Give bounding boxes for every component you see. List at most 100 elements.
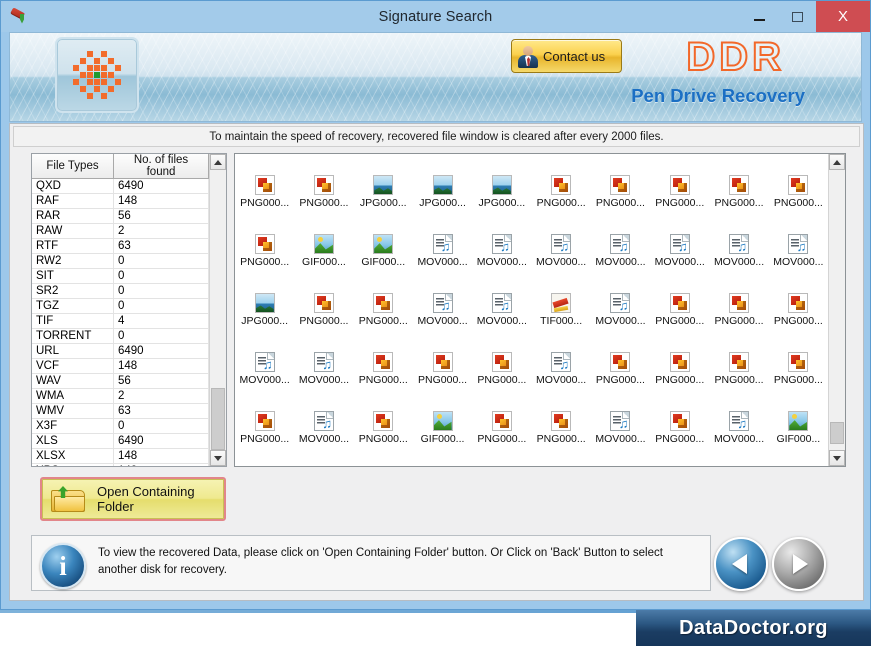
table-row[interactable]: URL 6490 <box>32 343 209 359</box>
recovered-file-item[interactable]: PNG000... <box>294 171 353 220</box>
recovered-file-item[interactable]: PNG000... <box>294 289 353 338</box>
recovered-file-item[interactable]: PNG000... <box>709 154 768 161</box>
table-row[interactable]: X3F 0 <box>32 418 209 434</box>
recovered-file-item[interactable]: PNG000... <box>591 171 650 220</box>
recovered-file-item[interactable]: ♫MOV000... <box>472 230 531 279</box>
recovered-file-item[interactable]: ♫MOV000... <box>413 230 472 279</box>
recovered-file-item[interactable]: TIF000... <box>531 289 590 338</box>
recovered-file-item[interactable]: JPG000... <box>354 171 413 220</box>
recovered-file-item[interactable]: JPG000... <box>235 289 294 338</box>
table-row[interactable]: VCF 148 <box>32 358 209 374</box>
table-row[interactable]: RTF 63 <box>32 238 209 254</box>
table-row[interactable]: TORRENT 0 <box>32 328 209 344</box>
recovered-file-item[interactable]: ♫MOV000... <box>591 407 650 456</box>
table-row[interactable]: TIF 4 <box>32 313 209 329</box>
recovered-file-item[interactable]: JPG000... <box>413 171 472 220</box>
recovered-file-item[interactable]: PNG000... <box>294 154 353 161</box>
table-row[interactable]: RAR 56 <box>32 208 209 224</box>
recovered-file-item[interactable]: GIF000... <box>294 230 353 279</box>
recovered-files-scrollbar[interactable] <box>828 154 845 466</box>
recovered-file-item[interactable]: JPG000... <box>472 171 531 220</box>
recovered-file-item[interactable]: ♫MOV000... <box>413 289 472 338</box>
table-row[interactable]: XPS148 <box>32 463 209 466</box>
cell-files-found: 0 <box>113 328 209 344</box>
table-row[interactable]: RAF 148 <box>32 193 209 209</box>
recovered-file-item[interactable]: GIF000... <box>354 230 413 279</box>
recovered-file-item[interactable]: PNG000... <box>472 348 531 397</box>
recovered-file-item[interactable]: ♫MOV000... <box>709 230 768 279</box>
recovered-file-item[interactable]: ♫MOV000... <box>650 230 709 279</box>
recovered-file-item[interactable]: PNG000... <box>709 171 768 220</box>
recovered-file-item[interactable]: PNG000... <box>769 171 828 220</box>
recovered-file-item[interactable]: PNG000... <box>354 348 413 397</box>
recovered-file-item[interactable]: ♫MOV000... <box>294 348 353 397</box>
table-row[interactable]: SR2 0 <box>32 283 209 299</box>
recovered-file-item[interactable]: PNG000... <box>769 289 828 338</box>
recovered-file-item[interactable]: ♫MOV000... <box>709 407 768 456</box>
recovered-file-item[interactable]: PNG000... <box>531 407 590 456</box>
recovered-file-item[interactable]: PNG000... <box>650 289 709 338</box>
recovered-file-item[interactable]: PNG000... <box>650 348 709 397</box>
recovered-file-item[interactable]: PNG000... <box>591 348 650 397</box>
recovered-file-item[interactable]: PNG000... <box>709 348 768 397</box>
recovered-file-item[interactable]: ♫MOV000... <box>591 230 650 279</box>
recovered-file-item[interactable]: ♫MOV000... <box>591 289 650 338</box>
table-row[interactable]: WMA 2 <box>32 388 209 404</box>
recovered-file-item[interactable]: PNG000... <box>531 154 590 161</box>
file-types-scrollbar[interactable] <box>209 154 226 466</box>
table-row[interactable]: WAV 56 <box>32 373 209 389</box>
recovered-file-item[interactable]: PNG000... <box>472 407 531 456</box>
table-row[interactable]: XLS 6490 <box>32 433 209 449</box>
recovered-file-item[interactable]: JPG000... <box>591 154 650 161</box>
recovered-file-item[interactable]: PNG000... <box>769 154 828 161</box>
recovered-file-item[interactable]: PNG000... <box>531 171 590 220</box>
table-row[interactable]: TGZ 0 <box>32 298 209 314</box>
recovered-file-item[interactable]: PNG000... <box>354 407 413 456</box>
recovered-file-item[interactable]: ♫MOV000... <box>354 154 413 161</box>
table-row[interactable]: WMV 63 <box>32 403 209 419</box>
recovered-file-item[interactable]: ♫MOV000... <box>472 289 531 338</box>
recovered-file-item[interactable]: PNG000... <box>769 348 828 397</box>
recovered-file-item[interactable]: ♫MOV000... <box>769 230 828 279</box>
table-row[interactable]: SIT 0 <box>32 268 209 284</box>
table-row[interactable]: RAW 2 <box>32 223 209 239</box>
recovered-file-item[interactable]: ♫MOV000... <box>531 348 590 397</box>
scroll-down-icon[interactable] <box>829 450 845 466</box>
cell-files-found: 6490 <box>113 178 209 194</box>
close-button[interactable]: X <box>816 1 870 32</box>
scroll-up-icon[interactable] <box>829 154 845 170</box>
recovered-file-item[interactable]: ♫MOV000... <box>235 348 294 397</box>
person-icon <box>516 44 540 68</box>
contact-us-button[interactable]: Contact us <box>511 39 622 73</box>
recovered-file-item[interactable]: ♫MOV000... <box>531 230 590 279</box>
recovered-file-item[interactable]: PNG000... <box>650 407 709 456</box>
recovered-files-viewport[interactable]: ♫ MOV000... PNG000... ♫ MOV000... ♫ MOV000... ♫… <box>235 154 828 466</box>
next-button[interactable] <box>772 537 826 591</box>
recovered-file-item[interactable]: ♫MOV000... <box>650 154 709 161</box>
scrollbar-thumb[interactable] <box>830 422 844 444</box>
recovered-file-item[interactable]: ♫MOV000... <box>413 154 472 161</box>
scroll-up-icon[interactable] <box>210 154 226 170</box>
recovered-file-item[interactable]: PNG000... <box>354 289 413 338</box>
recovered-file-item[interactable]: PNG000... <box>235 230 294 279</box>
scrollbar-thumb[interactable] <box>211 388 225 450</box>
minimize-button[interactable] <box>740 1 778 32</box>
table-row[interactable]: XLSX 148 <box>32 448 209 464</box>
back-button[interactable] <box>714 537 768 591</box>
recovered-file-item[interactable]: ♫MOV000... <box>235 154 294 161</box>
table-row[interactable]: QXD 6490 <box>32 178 209 194</box>
recovered-file-item[interactable]: GIF000... <box>413 407 472 456</box>
recovered-file-item[interactable]: PNG000... <box>235 171 294 220</box>
recovered-file-item[interactable]: GIF000... <box>769 407 828 456</box>
recovered-file-item[interactable]: PNG000... <box>413 348 472 397</box>
recovered-file-item[interactable]: PNG000... <box>235 407 294 456</box>
recovered-file-item[interactable]: ♫MOV000... <box>472 154 531 161</box>
recovered-file-item[interactable]: PNG000... <box>650 171 709 220</box>
recovered-file-name: PNG000... <box>240 256 290 268</box>
open-containing-folder-button[interactable]: Open Containing Folder <box>40 477 226 521</box>
scroll-down-icon[interactable] <box>210 450 226 466</box>
table-row[interactable]: RW2 0 <box>32 253 209 269</box>
recovered-file-item[interactable]: ♫MOV000... <box>294 407 353 456</box>
maximize-button[interactable] <box>778 1 816 32</box>
recovered-file-item[interactable]: PNG000... <box>709 289 768 338</box>
